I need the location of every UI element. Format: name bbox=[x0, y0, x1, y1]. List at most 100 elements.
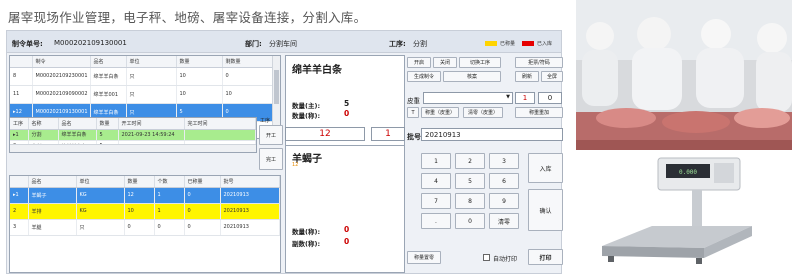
keypad-key[interactable]: 8 bbox=[455, 193, 485, 209]
table-cell: 20210913 bbox=[220, 187, 280, 204]
confirm-button[interactable]: 确认 bbox=[528, 189, 563, 231]
col-header: 单位 bbox=[76, 176, 125, 188]
main-product-name: 绵羊羊白条 bbox=[292, 65, 342, 76]
print-button[interactable]: 打印 bbox=[528, 249, 563, 265]
table-cell: 羊蝎子 bbox=[28, 187, 77, 204]
item-table-panel: 品名 单位 数量 个数 已称量 批号 ▸1 羊蝎子 KG 12 1 0 2021… bbox=[9, 175, 281, 273]
table-cell: 分割 bbox=[28, 129, 59, 141]
table-cell: KG bbox=[76, 187, 125, 204]
table-cell: 2 bbox=[10, 203, 29, 220]
tare-select[interactable]: ▼ bbox=[423, 92, 513, 104]
keypad-key[interactable]: . bbox=[421, 213, 451, 229]
keypad-key[interactable]: 4 bbox=[421, 173, 451, 189]
svg-text:0.000: 0.000 bbox=[679, 169, 697, 176]
finish-work-button[interactable]: 完工 bbox=[259, 148, 283, 170]
batch-input[interactable]: 20210913 bbox=[421, 128, 563, 141]
tare-label: 皮重 bbox=[407, 97, 420, 105]
keypad-key[interactable]: 0 bbox=[455, 213, 485, 229]
col-header bbox=[10, 176, 29, 188]
start-work-button[interactable]: 开工 bbox=[259, 125, 283, 145]
col-header: 制令 bbox=[32, 56, 91, 68]
col-header: 单位 bbox=[126, 56, 177, 68]
col-header: 开工时间 bbox=[118, 118, 185, 130]
current-item-code: 12 bbox=[292, 162, 299, 168]
scroll-thumb[interactable] bbox=[274, 70, 279, 104]
count-display-left: 12 bbox=[285, 127, 365, 141]
tare-repeat-button[interactable]: 称重重加 bbox=[515, 107, 563, 118]
batch-label: 批号 bbox=[407, 133, 421, 141]
col-header bbox=[10, 56, 33, 68]
reject-code-button[interactable]: 拒票/符码 bbox=[515, 57, 563, 68]
qty-weigh-label: 数量(称): bbox=[292, 112, 321, 120]
legend-stocked-swatch bbox=[522, 41, 534, 46]
review-button[interactable]: 核案 bbox=[443, 71, 501, 82]
item-sub-qty-label: 副数(称): bbox=[292, 240, 321, 248]
col-header: 个数 bbox=[154, 176, 185, 188]
tare-clear-button[interactable]: 清零（皮重） bbox=[463, 107, 503, 118]
keypad-key[interactable]: 5 bbox=[455, 173, 485, 189]
keypad-key[interactable]: 2 bbox=[455, 153, 485, 169]
table-row[interactable]: 8 M000202109230001 绵羊羊白条 只 10 0 bbox=[10, 67, 280, 86]
col-header: 品名 bbox=[58, 118, 97, 130]
table-cell: 0 bbox=[184, 187, 221, 204]
fullscreen-button[interactable]: 全屏 bbox=[541, 71, 563, 82]
keypad-key[interactable]: 7 bbox=[421, 193, 451, 209]
col-header: 批号 bbox=[220, 176, 280, 188]
close-button[interactable]: 关闭 bbox=[433, 57, 457, 68]
keypad-key[interactable]: 3 bbox=[489, 153, 519, 169]
order-number-value: M000202109130001 bbox=[54, 39, 127, 47]
tare-zero-button[interactable]: 称量置零 bbox=[407, 251, 441, 264]
table-row[interactable]: 11 M000202109090002 绵羊羊001 只 10 10 bbox=[10, 85, 280, 104]
legend-weighed-swatch bbox=[485, 41, 497, 46]
table-cell: 1 bbox=[154, 203, 185, 220]
table-cell: M000202109230001 bbox=[32, 67, 91, 86]
page-headline: 屠宰现场作业管理，电子秤、地磅、屠宰设备连接，分割入库。 bbox=[8, 10, 367, 25]
chevron-down-icon[interactable]: ▼ bbox=[506, 94, 510, 100]
qty-main-label: 数量(主): bbox=[292, 102, 321, 110]
order-number-label: 制令单号: bbox=[12, 40, 43, 48]
generate-order-button[interactable]: 生成制令 bbox=[407, 71, 441, 82]
auto-print-checkbox[interactable] bbox=[483, 254, 490, 261]
col-header: 数量 bbox=[96, 118, 119, 130]
open-button[interactable]: 开启 bbox=[407, 57, 431, 68]
order-table-header: 制令 品名 单位 数量 剩数量 bbox=[10, 56, 280, 68]
tare-weigh-button[interactable]: 称重（皮重） bbox=[421, 107, 459, 118]
table-row-selected[interactable]: ▸1 羊蝎子 KG 12 1 0 20210913 bbox=[10, 187, 280, 204]
table-cell: 只 bbox=[76, 219, 125, 236]
item-qty-weigh-value: 0 bbox=[344, 225, 350, 234]
keypad-key[interactable]: 6 bbox=[489, 173, 519, 189]
keypad-key[interactable]: 清零 bbox=[489, 213, 519, 229]
table-cell: 羊腿 bbox=[28, 219, 77, 236]
keypad-key[interactable]: 9 bbox=[489, 193, 519, 209]
table-cell bbox=[184, 129, 256, 141]
switch-process-button[interactable]: 切换工序 bbox=[459, 57, 501, 68]
table-row-selected[interactable]: ▸1 分割 绵羊羊白条 5 2021-09-23 14:59:24 bbox=[10, 129, 256, 141]
auto-print-label: 自动打印 bbox=[493, 256, 518, 263]
table-row-weighed[interactable]: 2 羊排 KG 10 1 0 20210913 bbox=[10, 203, 280, 220]
table-cell: 0 bbox=[184, 203, 221, 220]
col-header: 品名 bbox=[28, 176, 77, 188]
table-cell: 20210913 bbox=[220, 203, 280, 220]
table-cell: 0 bbox=[184, 219, 221, 236]
col-header: 品名 bbox=[90, 56, 127, 68]
col-header: 名称 bbox=[28, 118, 59, 130]
process-side-label: 工序 bbox=[260, 118, 271, 124]
legend-weighed-label: 已称量 bbox=[500, 41, 516, 47]
stock-in-button[interactable]: 入库 bbox=[528, 153, 563, 183]
t-button[interactable]: T bbox=[407, 107, 419, 118]
col-header: 已称量 bbox=[184, 176, 221, 188]
butcher-workers-photo bbox=[576, 0, 792, 150]
table-row[interactable]: 3 羊腿 只 0 0 0 20210913 bbox=[10, 219, 280, 236]
table-cell: 11 bbox=[10, 85, 33, 104]
col-header: 数量 bbox=[124, 176, 155, 188]
legend-stocked-label: 已入库 bbox=[537, 41, 553, 47]
table-cell: 羊排 bbox=[28, 203, 77, 220]
keypad-key[interactable]: 1 bbox=[421, 153, 451, 169]
table-cell: ▸1 bbox=[10, 187, 29, 204]
refresh-button[interactable]: 刷新 bbox=[515, 71, 539, 82]
col-header: 工序 bbox=[10, 118, 29, 130]
process-table-panel: 工序 名称 品名 数量 开工时间 完工时间 ▸1 分割 绵羊羊白条 5 2021… bbox=[9, 117, 257, 153]
process-table-hscrollbar[interactable] bbox=[10, 144, 256, 152]
table-cell: 只 bbox=[126, 85, 177, 104]
app-window: 制令单号: M000202109130001 部门: 分割车间 工序: 分割 已… bbox=[6, 30, 563, 274]
